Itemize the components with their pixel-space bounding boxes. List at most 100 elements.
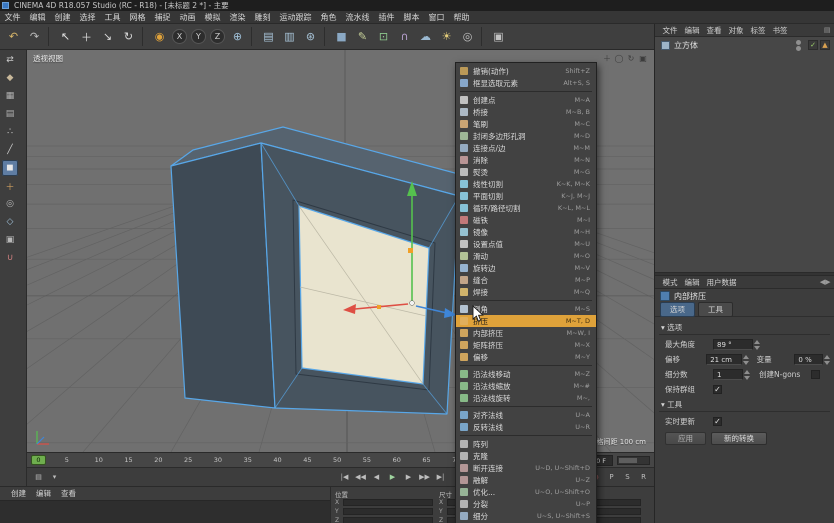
variance-field[interactable]: 0 % (794, 354, 823, 365)
object-manager-menu-item[interactable]: 书签 (769, 25, 791, 36)
material-menu-item[interactable]: 查看 (56, 488, 81, 499)
context-menu-item[interactable]: 滑动M~O (456, 250, 596, 262)
offset-spinner[interactable] (743, 355, 749, 365)
attribute-manager-menu-item[interactable]: 编辑 (681, 277, 703, 288)
rotate-view-icon[interactable]: ↻ (625, 52, 637, 64)
context-menu-item[interactable]: 缝合M~P (456, 274, 596, 286)
realtime-checkbox[interactable]: ✓ (713, 417, 722, 426)
context-menu-item[interactable]: 旋转边M~V (456, 262, 596, 274)
max-angle-field[interactable]: 89 ° (713, 339, 753, 350)
record-rotation-icon[interactable]: R (636, 470, 651, 484)
points-mode-icon[interactable]: ∴ (2, 124, 18, 140)
context-menu-item[interactable]: 断开连接U~D, U~Shift+D (456, 462, 596, 474)
options-section-header[interactable]: ▾ 选项 (659, 320, 830, 335)
context-menu-item[interactable]: 设置点值M~U (456, 238, 596, 250)
play-icon[interactable]: ▶ (385, 470, 400, 484)
model-mode-icon[interactable]: ◆ (2, 70, 18, 86)
object-manager-menu-item[interactable]: 查看 (703, 25, 725, 36)
context-menu-item[interactable]: 分裂U~P (456, 498, 596, 510)
environment-icon[interactable]: ☁ (416, 27, 435, 46)
context-menu-item[interactable]: 优化...U~O, U~Shift+O (456, 486, 596, 498)
object-manager-menu-item[interactable]: 标签 (747, 25, 769, 36)
next-frame-icon[interactable]: ▶ (401, 470, 416, 484)
gizmo-center[interactable] (410, 301, 415, 306)
menubar-item[interactable]: 角色 (316, 12, 341, 23)
render-view-icon[interactable]: ▤ (259, 27, 278, 46)
context-menu-item[interactable]: 内部挤压M~W, I (456, 327, 596, 339)
last-tool-icon[interactable]: ◉ (150, 27, 169, 46)
object-manager-menu-item[interactable]: 编辑 (681, 25, 703, 36)
context-menu-item[interactable]: 桥接M~B, B (456, 106, 596, 118)
x-plane-handle[interactable] (377, 305, 381, 309)
object-manager[interactable]: 立方体 ✓ ▲ (655, 37, 834, 272)
attribute-manager-menu-item[interactable]: 用户数据 (703, 277, 740, 288)
x-axis-lock-icon[interactable]: X (172, 29, 187, 44)
menubar-item[interactable]: 动画 (175, 12, 200, 23)
record-scale-icon[interactable]: S (620, 470, 635, 484)
attribute-manager-menu-item[interactable]: 模式 (659, 277, 681, 288)
light-icon[interactable]: ☀ (437, 27, 456, 46)
prev-key-icon[interactable]: ◀◀ (353, 470, 368, 484)
context-menu-item[interactable]: 偏移M~Y (456, 351, 596, 363)
redo-icon[interactable]: ↷ (25, 27, 44, 46)
pan-view-icon[interactable]: ＋ (601, 52, 613, 64)
subdivision-spinner[interactable] (744, 370, 751, 380)
record-position-icon[interactable]: P (604, 470, 619, 484)
coords-field[interactable] (343, 499, 433, 506)
menubar-item[interactable]: 脚本 (399, 12, 424, 23)
enable-axis-icon[interactable]: ＋ (2, 178, 18, 194)
apply-button[interactable]: 应用 (665, 432, 706, 445)
workplane-lock-icon[interactable]: ▣ (2, 232, 18, 248)
history-arrows-icon[interactable]: ◀▶ (816, 278, 834, 286)
context-menu-item[interactable]: 阵列 (456, 438, 596, 450)
move-tool-icon[interactable]: ＋ (77, 27, 96, 46)
menubar-item[interactable]: 创建 (50, 12, 75, 23)
menubar-item[interactable]: 雕刻 (250, 12, 275, 23)
subdivision-surface-icon[interactable]: ⊡ (374, 27, 393, 46)
film-render-icon[interactable]: ▣ (489, 27, 508, 46)
context-menu-item[interactable]: 沿法线缩放M~# (456, 380, 596, 392)
coords-field[interactable] (343, 508, 433, 515)
menubar-item[interactable]: 运动跟踪 (275, 12, 316, 23)
context-menu-item[interactable]: 连接点/边M~M (456, 142, 596, 154)
context-menu-item[interactable]: 循环/路径切割K~L, M~L (456, 202, 596, 214)
context-menu-item[interactable]: 融解U~Z (456, 474, 596, 486)
selection-tag-icon[interactable]: ▲ (820, 40, 830, 50)
timeline-playhead[interactable]: 0 (31, 455, 46, 465)
model-left-face[interactable] (171, 143, 275, 408)
edges-mode-icon[interactable]: ╱ (2, 142, 18, 158)
attribute-tab-active[interactable]: 选项 (660, 302, 695, 317)
context-menu-item[interactable]: 沿法线旋转M~, (456, 392, 596, 404)
timeline-options-icon[interactable]: ▾ (47, 470, 62, 484)
attribute-tab-inactive[interactable]: 工具 (698, 302, 733, 317)
context-menu-item[interactable]: 封闭多边形孔洞M~D (456, 130, 596, 142)
subdivision-field[interactable]: 1 (713, 369, 743, 380)
context-menu-item[interactable]: 撤销(动作)Shift+Z (456, 65, 596, 77)
object-manager-menu-item[interactable]: 文件 (659, 25, 681, 36)
menubar-item[interactable]: 帮助 (449, 12, 474, 23)
viewport-view-menu[interactable]: 透视视图 (33, 53, 63, 64)
goto-end-icon[interactable]: ▶| (433, 470, 448, 484)
menubar-item[interactable]: 网格 (125, 12, 150, 23)
context-menu-item[interactable]: 笔刷M~C (456, 118, 596, 130)
prev-frame-icon[interactable]: ◀ (369, 470, 384, 484)
context-menu-item[interactable]: 磁铁M~I (456, 214, 596, 226)
camera-icon[interactable]: ◎ (458, 27, 477, 46)
workplane-mode-icon[interactable]: ▤ (2, 106, 18, 122)
offset-field[interactable]: 21 cm (706, 354, 741, 365)
object-row[interactable]: 立方体 ✓ ▲ (655, 37, 834, 51)
menubar-item[interactable]: 文件 (0, 12, 25, 23)
render-picture-viewer-icon[interactable]: ▥ (280, 27, 299, 46)
context-menu-item[interactable]: 平面切割K~J, M~J (456, 190, 596, 202)
snap-icon[interactable]: ◇ (2, 214, 18, 230)
timeline-scrollbar[interactable] (617, 456, 650, 465)
timeline-mode-icon[interactable]: ▤ (31, 470, 46, 484)
material-menu-item[interactable]: 创建 (6, 488, 31, 499)
scale-tool-icon[interactable]: ↘ (98, 27, 117, 46)
render-settings-icon[interactable]: ⊛ (301, 27, 320, 46)
context-menu-item[interactable]: 对齐法线U~A (456, 409, 596, 421)
menubar-item[interactable]: 选择 (75, 12, 100, 23)
material-menu-item[interactable]: 编辑 (31, 488, 56, 499)
menubar-item[interactable]: 捕捉 (150, 12, 175, 23)
menubar-item[interactable]: 插件 (374, 12, 399, 23)
